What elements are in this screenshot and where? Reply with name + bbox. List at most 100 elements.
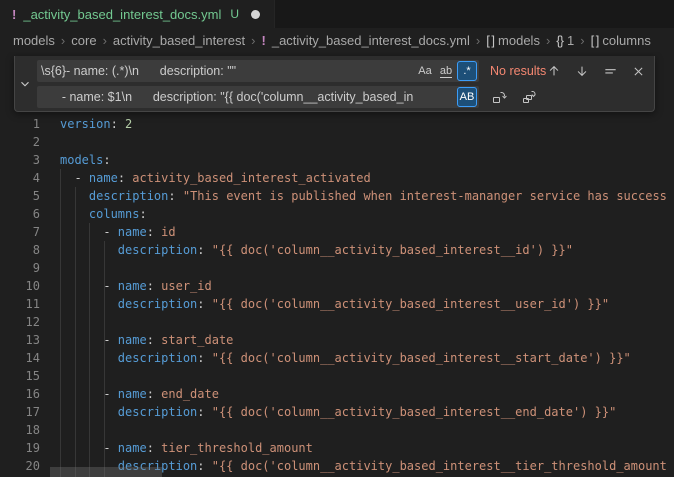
next-match-button[interactable]	[572, 61, 592, 81]
code-line[interactable]: 15	[0, 367, 674, 385]
preserve-case-button[interactable]: AB	[457, 87, 477, 107]
code-line[interactable]: 9	[0, 259, 674, 277]
breadcrumb-separator: ›	[546, 33, 550, 48]
code-line[interactable]: 3models:	[0, 151, 674, 169]
line-number: 6	[0, 205, 40, 223]
code-text: - name: activity_based_interest_activate…	[60, 169, 371, 187]
code-line[interactable]: 13 - name: start_date	[0, 331, 674, 349]
yaml-file-icon: !	[262, 33, 266, 48]
selection-lines-icon	[603, 64, 618, 79]
line-number: 1	[0, 115, 40, 133]
line-number: 5	[0, 187, 40, 205]
arrow-down-icon	[575, 64, 589, 78]
code-line[interactable]: 11 description: "{{ doc('column__activit…	[0, 295, 674, 313]
tab-title: _activity_based_interest_docs.yml	[23, 7, 221, 22]
find-in-selection-button[interactable]	[600, 61, 620, 81]
code-line[interactable]: 16 - name: end_date	[0, 385, 674, 403]
code-text: description: "This event is published wh…	[60, 187, 667, 205]
code-line[interactable]: 5 description: "This event is published …	[0, 187, 674, 205]
code-line[interactable]: 6 columns:	[0, 205, 674, 223]
breadcrumb-item-columns[interactable]: [ ]columns	[591, 33, 651, 48]
line-number: 14	[0, 349, 40, 367]
line-number: 9	[0, 259, 40, 277]
close-find-button[interactable]	[628, 61, 648, 81]
breadcrumb-item-models[interactable]: models	[13, 33, 55, 48]
find-row: \s{6}- name: (.*)\n description: "" Aa a…	[37, 60, 654, 82]
line-number: 20	[0, 457, 40, 475]
find-replace-widget: \s{6}- name: (.*)\n description: "" Aa a…	[14, 56, 655, 112]
breadcrumb-separator: ›	[103, 33, 107, 48]
code-text: - name: tier_threshold_amount	[60, 439, 313, 457]
code-line[interactable]: 10 - name: user_id	[0, 277, 674, 295]
breadcrumb-label: models	[13, 33, 55, 48]
previous-match-button[interactable]	[544, 61, 564, 81]
breadcrumb-label: _activity_based_interest_docs.yml	[272, 33, 470, 48]
code-text: - name: start_date	[60, 331, 233, 349]
chevron-down-icon	[18, 77, 32, 91]
find-input[interactable]: \s{6}- name: (.*)\n description: "" Aa a…	[37, 60, 479, 82]
tab-active[interactable]: ! _activity_based_interest_docs.yml U	[0, 0, 275, 28]
match-case-button[interactable]: Aa	[415, 61, 435, 81]
code-text: version: 2	[60, 115, 132, 133]
breadcrumb-item-_activity_based_interest_docs.yml[interactable]: ! _activity_based_interest_docs.yml	[262, 33, 470, 48]
code-text: - name: user_id	[60, 277, 212, 295]
line-number: 17	[0, 403, 40, 421]
replace-icon	[491, 89, 507, 105]
replace-input-value: - name: $1\n description: "{{ doc('colum…	[41, 90, 456, 104]
code-text: - name: end_date	[60, 385, 219, 403]
toggle-replace-chevron[interactable]	[15, 56, 35, 111]
line-number: 2	[0, 133, 40, 151]
breadcrumb-item-activity_based_interest[interactable]: activity_based_interest	[113, 33, 245, 48]
regex-button[interactable]: .*	[457, 61, 477, 81]
breadcrumb-separator: ›	[476, 33, 480, 48]
code-line[interactable]: 18	[0, 421, 674, 439]
breadcrumb: models › core › activity_based_interest ›! _ac…	[0, 28, 674, 52]
replace-all-icon	[521, 89, 537, 105]
modified-dot-icon[interactable]	[251, 10, 260, 19]
breadcrumb-label: activity_based_interest	[113, 33, 245, 48]
breadcrumb-label: columns	[602, 33, 650, 48]
replace-button[interactable]	[489, 87, 509, 107]
arrow-up-icon	[547, 64, 561, 78]
code-line[interactable]: 17 description: "{{ doc('column__activit…	[0, 403, 674, 421]
editor[interactable]: 1 version: 2 23models:4 - name: activity_b…	[0, 52, 674, 477]
line-number: 13	[0, 331, 40, 349]
code-line[interactable]: 8 description: "{{ doc('column__activity…	[0, 241, 674, 259]
replace-input[interactable]: - name: $1\n description: "{{ doc('colum…	[37, 86, 479, 108]
breadcrumb-separator: ›	[251, 33, 255, 48]
code-line[interactable]: 12	[0, 313, 674, 331]
line-number: 12	[0, 313, 40, 331]
symbol-array-icon: [ ]	[486, 33, 494, 48]
line-number: 4	[0, 169, 40, 187]
find-input-value: \s{6}- name: (.*)\n description: ""	[41, 64, 414, 78]
line-number: 8	[0, 241, 40, 259]
horizontal-scrollbar[interactable]	[50, 467, 162, 477]
code-line[interactable]: 1 version: 2	[0, 115, 674, 133]
code-line[interactable]: 7 - name: id	[0, 223, 674, 241]
close-icon	[632, 65, 645, 78]
whole-word-button[interactable]: ab	[436, 61, 456, 81]
breadcrumb-item-core[interactable]: core	[71, 33, 96, 48]
code-line[interactable]: 4 - name: activity_based_interest_activa…	[0, 169, 674, 187]
yaml-file-icon: !	[12, 7, 16, 22]
git-status-badge: U	[230, 7, 239, 21]
code-line[interactable]: 14 description: "{{ doc('column__activit…	[0, 349, 674, 367]
line-number: 10	[0, 277, 40, 295]
line-number: 15	[0, 367, 40, 385]
tab-bar: ! _activity_based_interest_docs.yml U	[0, 0, 674, 28]
replace-all-button[interactable]	[519, 87, 539, 107]
code-text: columns:	[60, 205, 147, 223]
code-text: description: "{{ doc('column__activity_b…	[60, 403, 616, 421]
breadcrumb-item-models[interactable]: [ ] models	[486, 33, 540, 48]
code-text: models:	[60, 151, 111, 169]
breadcrumb-label: models	[498, 33, 540, 48]
code-line[interactable]: 2	[0, 133, 674, 151]
symbol-object-icon: {}	[556, 33, 563, 48]
code-text: - name: id	[60, 223, 176, 241]
code-text: description: "{{ doc('column__activity_b…	[60, 349, 631, 367]
breadcrumb-item-1[interactable]: {}1	[556, 33, 574, 48]
line-number: 18	[0, 421, 40, 439]
line-number: 19	[0, 439, 40, 457]
breadcrumb-label: core	[71, 33, 96, 48]
code-line[interactable]: 19 - name: tier_threshold_amount	[0, 439, 674, 457]
